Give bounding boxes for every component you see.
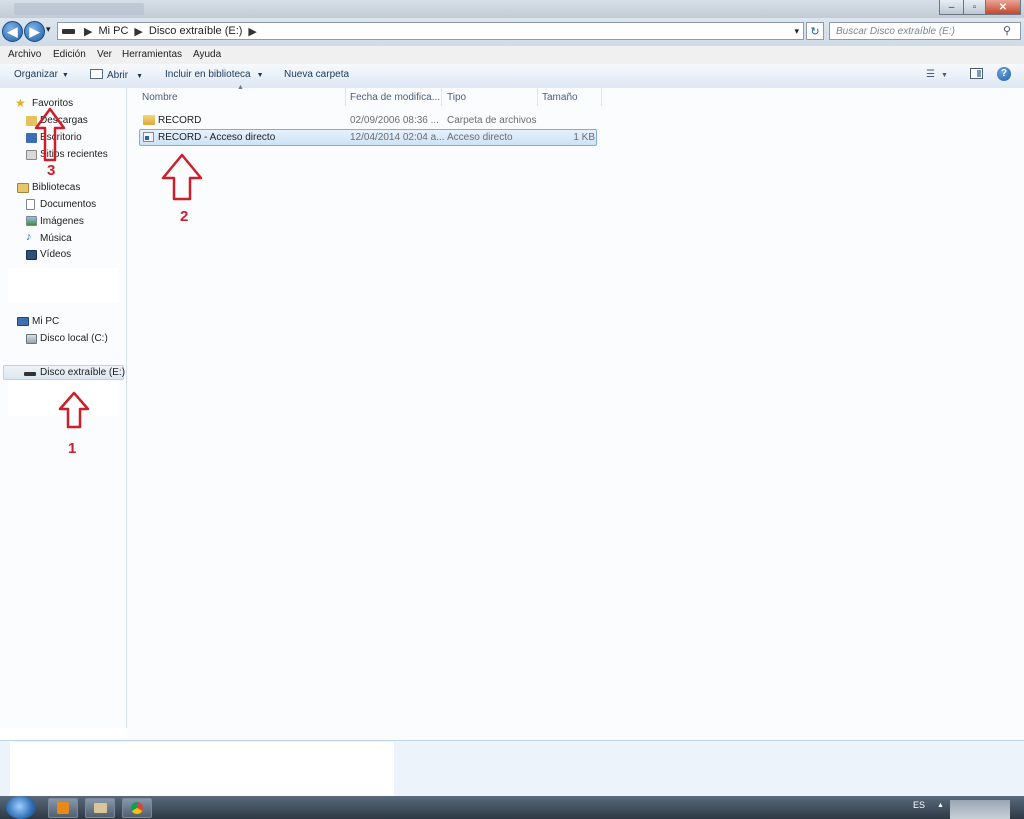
address-bar[interactable]: ▶ Mi PC ▶ Disco extraíble (E:) ▶ ▾ (57, 22, 804, 40)
taskbar (0, 796, 1024, 819)
search-input[interactable]: Buscar Disco extraíble (E:) (829, 22, 1021, 40)
help-icon[interactable]: ? (997, 67, 1011, 81)
include-in-library-button[interactable]: Incluir en biblioteca ▼ (165, 69, 264, 80)
explorer-folder-icon (93, 803, 107, 813)
nav-bibliotecas[interactable]: Bibliotecas (32, 182, 80, 193)
include-label: Incluir en biblioteca (165, 69, 251, 80)
breadcrumb-separator-icon[interactable]: ▶ (248, 25, 256, 38)
forward-arrow-icon: ▶ (29, 24, 40, 39)
view-list-icon: ☰ (926, 69, 935, 80)
column-header-type[interactable]: Tipo (447, 92, 466, 103)
column-header-date[interactable]: Fecha de modifica... (350, 92, 440, 103)
start-button[interactable] (6, 796, 36, 819)
annotation-arrow-2 (161, 153, 203, 201)
chevron-down-icon: ▼ (256, 72, 264, 79)
chevron-down-icon: ▼ (136, 73, 144, 80)
taskbar-chrome[interactable] (122, 798, 152, 818)
column-divider[interactable] (537, 88, 538, 106)
open-label: Abrir (107, 70, 129, 81)
local-disk-icon (26, 334, 37, 344)
breadcrumb-mi-pc[interactable]: Mi PC (98, 25, 128, 37)
maximize-button[interactable]: ▫ (963, 0, 986, 15)
column-divider[interactable] (345, 88, 346, 106)
annotation-arrow-1 (58, 391, 90, 429)
sort-ascending-icon: ▲ (237, 84, 244, 91)
file-date: 12/04/2014 02:04 a... (350, 132, 445, 143)
documents-icon (26, 199, 35, 210)
file-type: Acceso directo (447, 132, 513, 143)
removable-drive-icon (24, 372, 36, 376)
tray-expand-icon[interactable]: ▲ (937, 802, 944, 809)
new-folder-button[interactable]: Nueva carpeta (284, 69, 349, 80)
drive-icon (62, 28, 75, 34)
menu-archivo[interactable]: Archivo (8, 49, 41, 60)
organize-label: Organizar (14, 69, 58, 80)
annotation-number-3: 3 (47, 162, 56, 179)
file-name: RECORD - Acceso directo (158, 132, 276, 143)
close-button[interactable]: ✕ (985, 0, 1021, 15)
search-icon[interactable]: ⚲ (1003, 24, 1011, 37)
annotation-arrow-3 (34, 107, 66, 162)
breadcrumb-separator-icon[interactable]: ▶ (84, 25, 92, 38)
music-icon: ♪ (26, 231, 32, 243)
menu-herramientas[interactable]: Herramientas (122, 49, 182, 60)
back-button[interactable]: ◀ (2, 21, 23, 42)
language-indicator[interactable]: ES (913, 800, 925, 810)
nav-mi-pc[interactable]: Mi PC (32, 316, 59, 327)
view-options-button[interactable]: ☰ ▼ (926, 69, 948, 80)
breadcrumb-removable-disk[interactable]: Disco extraíble (E:) (149, 25, 243, 37)
annotation-number-2: 2 (180, 208, 189, 225)
nav-imagenes[interactable]: Imágenes (40, 216, 84, 227)
menu-ayuda[interactable]: Ayuda (193, 49, 221, 60)
recent-pages-dropdown-icon[interactable]: ▾ (46, 24, 51, 35)
chevron-down-icon: ▼ (940, 72, 948, 79)
pictures-icon (26, 216, 37, 226)
column-header-size[interactable]: Tamaño (542, 92, 578, 103)
breadcrumb-separator-icon[interactable]: ▶ (134, 25, 142, 38)
nav-videos[interactable]: Vídeos (40, 249, 71, 260)
file-list-pane (127, 88, 1024, 740)
command-bar (0, 64, 1024, 89)
menu-edicion[interactable]: Edición (53, 49, 86, 60)
annotation-number-1: 1 (68, 440, 77, 457)
file-date: 02/09/2006 08:36 ... (350, 115, 439, 126)
window-title (14, 3, 144, 15)
refresh-button[interactable]: ↻ (806, 22, 824, 40)
refresh-icon: ↻ (810, 25, 820, 38)
star-icon: ★ (15, 96, 26, 110)
open-icon (90, 69, 103, 79)
nav-disco-local-c[interactable]: Disco local (C:) (40, 333, 108, 344)
shortcut-icon (143, 132, 154, 142)
back-arrow-icon: ◀ (7, 24, 18, 39)
media-player-icon (57, 802, 69, 814)
preview-pane-icon[interactable] (970, 68, 983, 79)
chrome-icon (131, 802, 143, 814)
file-type: Carpeta de archivos (447, 115, 537, 126)
nav-disco-extraible-e[interactable]: Disco extraíble (E:) (40, 367, 125, 378)
menu-ver[interactable]: Ver (97, 49, 112, 60)
forward-button[interactable]: ▶ (24, 21, 45, 42)
title-bar (0, 0, 1024, 18)
libraries-icon (17, 183, 29, 193)
blank-area (10, 742, 394, 796)
column-header-name[interactable]: Nombre (142, 92, 178, 103)
blank-area (8, 268, 118, 303)
clock-area[interactable] (950, 800, 1010, 819)
address-dropdown-icon[interactable]: ▾ (794, 26, 799, 37)
chevron-down-icon: ▼ (61, 72, 69, 79)
minimize-button[interactable]: ‒ (939, 0, 964, 15)
nav-musica[interactable]: Música (40, 233, 72, 244)
folder-icon (143, 115, 155, 125)
organize-button[interactable]: Organizar ▼ (14, 69, 69, 80)
file-name: RECORD (158, 115, 202, 126)
open-button[interactable]: Abrir ▼ (90, 69, 143, 81)
videos-icon (26, 250, 37, 260)
nav-documentos[interactable]: Documentos (40, 199, 96, 210)
taskbar-media-player[interactable] (48, 798, 78, 818)
taskbar-explorer[interactable] (85, 798, 115, 818)
computer-icon (17, 317, 29, 326)
file-size: 1 KB (573, 132, 595, 143)
column-divider[interactable] (441, 88, 442, 106)
column-divider[interactable] (601, 88, 602, 106)
